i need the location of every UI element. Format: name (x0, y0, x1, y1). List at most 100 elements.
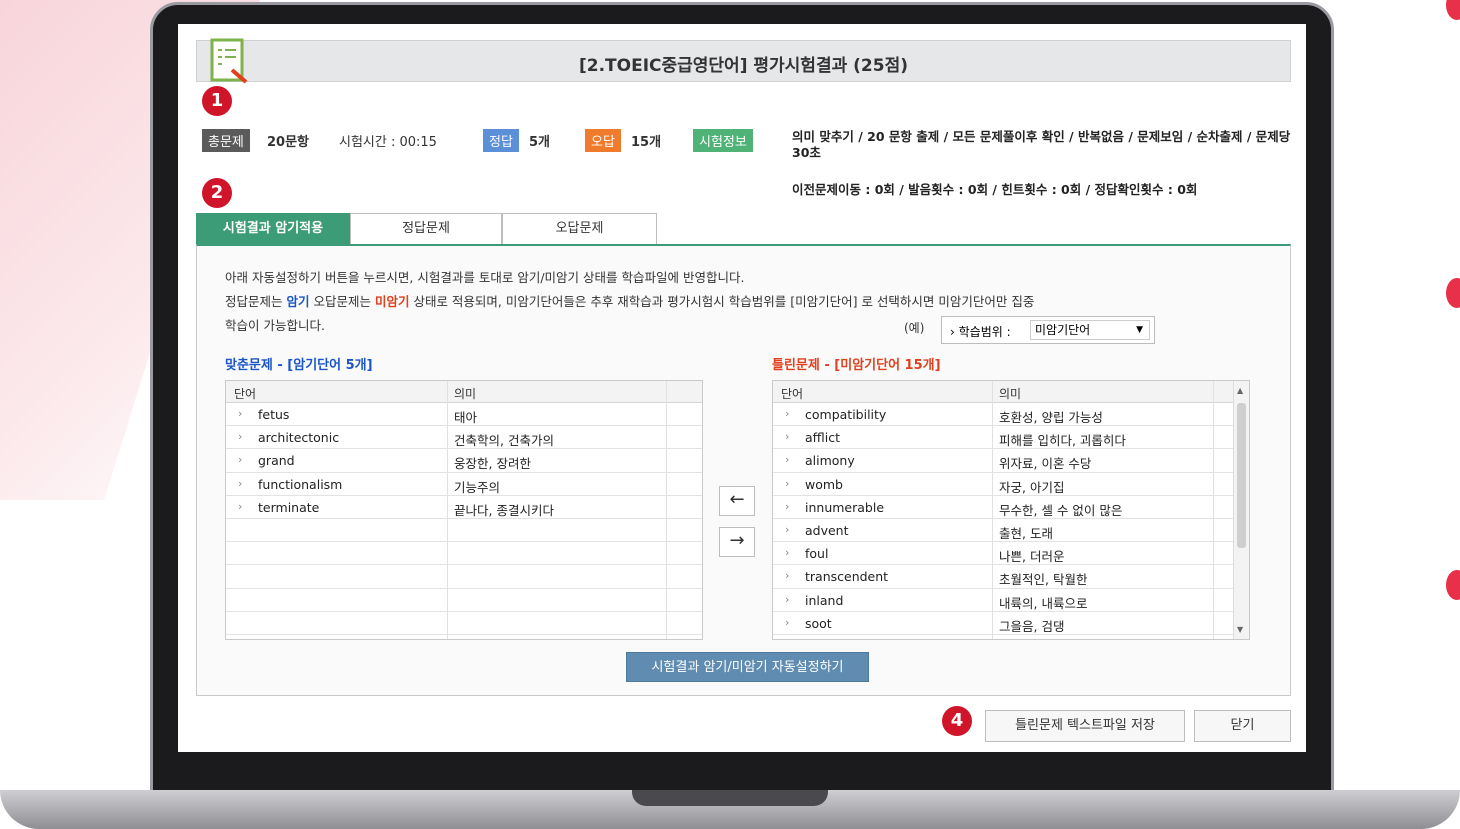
table-row (226, 612, 702, 635)
meaning-cell: 무수한, 셀 수 없이 많은 (999, 502, 1123, 518)
grid-header: 단어 의미 (226, 381, 702, 403)
table-row[interactable]: › fetus 태아 (226, 403, 702, 427)
scroll-thumb[interactable] (1237, 403, 1246, 548)
scope-label: › 학습범위 : (950, 325, 1011, 339)
tab-apply-results[interactable]: 시험결과 암기적용 (196, 213, 350, 244)
total-value: 20문항 (267, 135, 310, 150)
chevron-right-icon: › (238, 430, 243, 444)
table-row[interactable]: › foul 나쁜, 더러운 (773, 542, 1249, 566)
table-row[interactable]: › womb 자궁, 아기집 (773, 473, 1249, 496)
correct-tag: 정답 (483, 129, 519, 152)
table-row[interactable]: › compatibility 호환성, 양립 가능성 (773, 403, 1249, 427)
chevron-right-icon: › (785, 546, 790, 560)
meaning-cell: 호환성, 양립 가능성 (999, 410, 1103, 425)
marker-2: 2 (202, 178, 232, 208)
scope-select-value: 미암기단어 (1035, 323, 1091, 337)
word-cell: afflict (805, 430, 840, 446)
close-button[interactable]: 닫기 (1194, 710, 1291, 742)
meaning-cell: 나쁜, 더러운 (999, 549, 1065, 565)
memorized-highlight: 암기 (286, 294, 310, 309)
auto-set-button[interactable]: 시험결과 암기/미암기 자동설정하기 (626, 652, 869, 682)
table-row[interactable]: › innumerable 무수한, 셀 수 없이 많은 (773, 496, 1249, 519)
table-row[interactable]: › functionalism 기능주의 (226, 473, 702, 496)
chevron-right-icon: › (785, 569, 790, 583)
table-row (226, 519, 702, 543)
document-edit-icon (210, 38, 248, 84)
title-bar: [2.TOEIC중급영단어] 평가시험결과 (25점) (196, 40, 1291, 82)
description-text: 정답문제는 (225, 294, 287, 309)
meaning-cell: 자궁, 아기집 (999, 479, 1065, 495)
chevron-right-icon: › (238, 407, 243, 420)
chevron-right-icon: › (785, 499, 790, 513)
description-text: 상태로 적용되며, 미암기단어들은 추후 재학습과 평가시험시 학습범위를 [미… (409, 294, 1035, 309)
word-cell: grand (258, 453, 295, 469)
wrong-tag: 오답 (585, 129, 621, 152)
save-wrong-text-button[interactable]: 틀린문제 텍스트파일 저장 (985, 710, 1185, 742)
chevron-right-icon: › (785, 522, 790, 536)
table-row[interactable]: › terminate 끝나다, 종결시키다 (226, 496, 702, 519)
word-cell: innumerable (805, 499, 885, 515)
column-word: 단어 (781, 387, 804, 401)
decorative-dot (1446, 570, 1460, 600)
table-row (226, 565, 702, 589)
dropdown-arrow-icon: ▼ (1136, 325, 1143, 335)
scroll-up-icon[interactable]: ▲ (1237, 386, 1243, 395)
scope-select[interactable]: 미암기단어 ▼ (1030, 320, 1150, 340)
word-cell: fetus (258, 407, 290, 422)
grid-header: 단어 의미 (773, 381, 1249, 403)
unmemorized-highlight: 미암기 (374, 294, 410, 309)
word-cell: inland (805, 592, 844, 608)
table-row[interactable]: › alimony 위자료, 이혼 수당 (773, 449, 1249, 473)
table-row[interactable]: › advent 출현, 도래 (773, 519, 1249, 543)
word-cell: transcendent (805, 569, 889, 585)
chevron-right-icon: › (238, 453, 243, 467)
word-cell: alimony (805, 453, 855, 469)
table-row[interactable]: › architectonic 건축학의, 건축가의 (226, 426, 702, 450)
chevron-right-icon: › (785, 615, 790, 629)
move-right-button[interactable]: → (719, 527, 755, 557)
chevron-right-icon: › (785, 430, 790, 444)
meaning-cell: 피해를 입히다, 괴롭히다 (999, 433, 1126, 449)
chevron-right-icon: › (785, 476, 790, 490)
meaning-cell: 웅장한, 장려한 (454, 456, 531, 472)
table-row[interactable]: › inland 내륙의, 내륙으로 (773, 589, 1249, 612)
total-tag: 총문제 (202, 129, 250, 152)
table-row[interactable]: › soot 그을음, 검댕 (773, 612, 1249, 635)
chevron-right-icon: › (238, 499, 243, 513)
marker-4: 4 (942, 706, 972, 736)
word-cell: terminate (258, 499, 320, 515)
stage: [2.TOEIC중급영단어] 평가시험결과 (25점) 1 2 3 4 총문제 … (0, 0, 1460, 829)
chevron-right-icon: › (785, 453, 790, 467)
table-row[interactable]: › grand 웅장한, 장려한 (226, 449, 702, 473)
scroll-down-icon[interactable]: ▼ (1237, 625, 1243, 634)
column-meaning: 의미 (999, 387, 1022, 401)
tab-wrong[interactable]: 오답문제 (502, 213, 657, 244)
tab-correct[interactable]: 정답문제 (350, 213, 502, 244)
meaning-cell: 태아 (454, 410, 478, 425)
table-row[interactable]: › afflict 피해를 입히다, 괴롭히다 (773, 426, 1249, 450)
table-row (226, 542, 702, 566)
wrong-value: 15개 (631, 135, 662, 150)
grid-scrollbar[interactable]: ▲ ▼ (1233, 381, 1249, 639)
scope-example: › 학습범위 : 미암기단어 ▼ (941, 316, 1155, 344)
word-cell: compatibility (805, 407, 887, 422)
exam-stats-text: 이전문제이동 : 0회 / 발음횟수 : 0회 / 힌트횟수 : 0회 / 정답… (792, 182, 1198, 197)
table-row (226, 589, 702, 612)
move-left-button[interactable]: ← (719, 486, 755, 516)
chevron-right-icon: › (785, 592, 790, 606)
decorative-dot (1446, 0, 1460, 20)
column-meaning: 의미 (454, 387, 477, 401)
laptop-notch (632, 790, 828, 806)
marker-1: 1 (202, 86, 232, 116)
meaning-cell: 초월적인, 탁월한 (999, 572, 1088, 588)
chevron-right-icon: › (238, 476, 243, 490)
word-cell: foul (805, 546, 829, 562)
table-row[interactable]: › transcendent 초월적인, 탁월한 (773, 565, 1249, 589)
window-title: [2.TOEIC중급영단어] 평가시험결과 (25점) (578, 56, 908, 76)
correct-value: 5개 (529, 135, 551, 150)
correct-word-grid: 단어 의미 › fetus 태아 › architectonic 건축학의, 건축가의 › g… (225, 380, 703, 640)
word-cell: womb (805, 476, 843, 492)
description-line-1: 아래 자동설정하기 버튼을 누르시면, 시험결과를 토대로 암기/미암기 상태를… (225, 270, 745, 285)
meaning-cell: 내륙의, 내륙으로 (999, 595, 1088, 611)
app-window: [2.TOEIC중급영단어] 평가시험결과 (25점) 1 2 3 4 총문제 … (178, 24, 1306, 752)
